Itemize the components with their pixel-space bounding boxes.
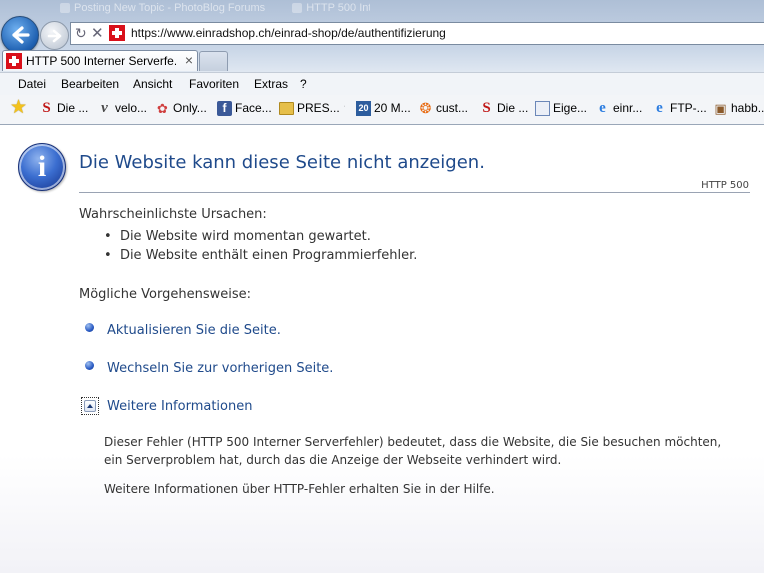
menu-help[interactable]: ?	[300, 73, 307, 95]
favorite-label: FTP-...	[670, 101, 707, 115]
tab-active[interactable]: HTTP 500 Interner Serverfe... ×	[2, 50, 198, 71]
favorite-label: velo...	[115, 101, 148, 115]
tab-swiss-flag-icon	[6, 53, 22, 69]
favorite-label: Face...	[235, 101, 272, 115]
cause-item: • Die Website enthält einen Programmierf…	[104, 248, 418, 263]
background-tab-1[interactable]: Posting New Topic - PhotoBlog Forums	[60, 0, 265, 16]
http-status-code: HTTP 500	[701, 180, 749, 191]
favorite-item[interactable]: e FTP-...	[652, 95, 708, 121]
menu-ansicht[interactable]: Ansicht	[133, 73, 172, 95]
favorite-label: Only...	[173, 101, 207, 115]
medal-icon: ✿	[157, 100, 168, 116]
tab-title: HTTP 500 Interner Serverfe...	[26, 54, 176, 68]
favorite-item[interactable]: S Die ...	[479, 95, 529, 121]
cause-text: Die Website wird momentan gewartet.	[119, 229, 371, 244]
back-button[interactable]	[1, 16, 39, 54]
page-icon	[535, 100, 550, 116]
tab-close-icon[interactable]: ×	[185, 51, 193, 70]
refresh-page-link[interactable]: Aktualisieren Sie die Seite.	[107, 323, 281, 338]
help-hint-text: Weitere Informationen über HTTP-Fehler e…	[104, 482, 495, 496]
favorite-label: Die ...	[57, 101, 89, 115]
menu-datei[interactable]: Datei	[18, 73, 46, 95]
url-field[interactable]: https://www.einradshop.ch/einrad-shop/de…	[131, 23, 446, 44]
previous-page-link[interactable]: Wechseln Sie zur vorherigen Seite.	[107, 361, 333, 376]
favorites-star-icon[interactable]: ★	[10, 98, 27, 118]
folder-icon	[279, 101, 294, 115]
favorite-label: PRES...	[297, 101, 340, 115]
cust-icon: ❂	[419, 99, 432, 116]
forward-arrow-icon	[47, 29, 61, 42]
favorite-item[interactable]: f Face...	[217, 95, 273, 121]
forward-button[interactable]	[40, 21, 69, 50]
info-icon: i	[18, 143, 66, 191]
bullet-icon	[85, 323, 94, 332]
s-icon: S	[42, 99, 51, 116]
background-tab-2[interactable]: HTTP 500 Interner Serverfehler	[292, 0, 370, 16]
error-detail-text: Dieser Fehler (HTTP 500 Interner Serverf…	[104, 435, 722, 467]
favorite-item[interactable]: Eige...	[535, 95, 589, 121]
site-favicon-swiss-flag-icon	[109, 25, 125, 41]
cause-item: • Die Website wird momentan gewartet.	[104, 229, 371, 244]
favorite-label: 20 M...	[374, 101, 411, 115]
titlebar-background-tabs: Posting New Topic - PhotoBlog Forums HTT…	[60, 0, 370, 16]
menu-extras[interactable]: Extras	[254, 73, 288, 95]
box-icon: ▣	[714, 100, 727, 116]
title-divider	[79, 192, 750, 193]
menu-bar: Datei Bearbeiten Ansicht Favoriten Extra…	[0, 72, 764, 95]
s-icon: S	[482, 99, 491, 116]
menu-bearbeiten[interactable]: Bearbeiten	[61, 73, 119, 95]
favorite-label: einr...	[613, 101, 643, 115]
more-info-link[interactable]: Weitere Informationen	[107, 399, 252, 414]
reload-icon[interactable]: ↻	[75, 25, 87, 42]
favorite-item[interactable]: 20 20 M...	[356, 95, 412, 121]
page-title: Die Website kann diese Seite nicht anzei…	[79, 152, 485, 173]
favorite-item[interactable]: v velo...	[97, 95, 151, 121]
v-icon: v	[101, 99, 108, 116]
cause-text: Die Website enthält einen Programmierfeh…	[119, 248, 418, 263]
favorite-label: habb...	[731, 101, 764, 115]
collapse-arrow-icon	[84, 400, 96, 412]
favorite-item[interactable]: ▣ habb...	[713, 95, 764, 121]
favorite-label: Eige...	[553, 101, 588, 115]
menu-favoriten[interactable]: Favoriten	[189, 73, 239, 95]
new-tab-button[interactable]	[199, 51, 228, 71]
bullet-icon	[85, 361, 94, 370]
favorite-item[interactable]: ✿ Only...	[155, 95, 211, 121]
ie-icon: e	[656, 99, 663, 116]
favorite-label: Die ...	[497, 101, 529, 115]
favorite-label: cust...	[436, 101, 469, 115]
facebook-icon: f	[217, 100, 232, 116]
address-bar[interactable]: ↻ ✕ https://www.einradshop.ch/einrad-sho…	[70, 22, 764, 45]
causes-heading: Wahrscheinlichste Ursachen:	[79, 207, 267, 222]
twenty-minuten-icon: 20	[356, 100, 371, 116]
favorite-item[interactable]: S Die ...	[39, 95, 93, 121]
back-arrow-icon	[12, 26, 30, 44]
browser-chrome: Posting New Topic - PhotoBlog Forums HTT…	[0, 0, 764, 125]
favorite-item[interactable]: ❂ cust...	[418, 95, 474, 121]
favorite-folder[interactable]: PRES... ▼	[279, 95, 345, 121]
chevron-down-icon: ▼	[343, 103, 345, 113]
error-page: i Die Website kann diese Seite nicht anz…	[0, 125, 764, 573]
stop-icon[interactable]: ✕	[91, 25, 104, 42]
favorite-item[interactable]: e einr...	[595, 95, 645, 121]
actions-heading: Mögliche Vorgehensweise:	[79, 287, 252, 302]
favorites-bar: ★ S Die ... v velo... ✿ Only... f Face..…	[0, 95, 764, 123]
more-info-toggle-button[interactable]	[81, 397, 99, 415]
ie-icon: e	[599, 99, 606, 116]
